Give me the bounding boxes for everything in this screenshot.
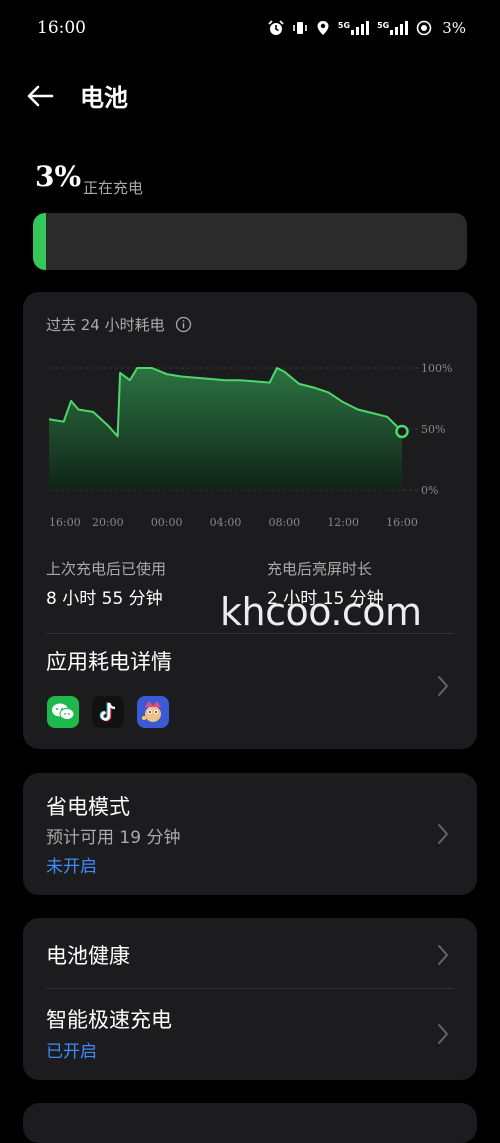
power-saving-status: 未开启 bbox=[46, 857, 97, 877]
battery-level-fill bbox=[33, 213, 47, 270]
chart-x-tick: 16:00 bbox=[49, 516, 81, 529]
alarm-icon bbox=[268, 20, 284, 35]
watermark: khcoo.com bbox=[220, 590, 422, 634]
battery-level-bar bbox=[33, 213, 467, 270]
chart-x-tick: 20:00 bbox=[92, 516, 124, 529]
arrow-left-icon bbox=[27, 85, 54, 107]
chevron-right-icon bbox=[438, 676, 448, 696]
chart-x-tick: 16:00 bbox=[386, 516, 418, 529]
power-saving-title: 省电模式 bbox=[46, 795, 130, 819]
battery-health-row[interactable]: 电池健康 bbox=[23, 918, 477, 988]
status-icons: 5G 5G 3% bbox=[268, 19, 466, 37]
app-usage-row[interactable]: 应用耗电详情 bbox=[23, 634, 477, 746]
stat-label-screen-on: 充电后亮屏时长 bbox=[267, 560, 373, 578]
network-label: 5G bbox=[337, 21, 351, 30]
battery-percent-label: 3% bbox=[35, 160, 82, 193]
chart-x-tick: 12:00 bbox=[327, 516, 359, 529]
battery-usage-chart: 100% 50% 0% 16:00 20:00 00:00 04:00 08:00 12:00 1… bbox=[48, 362, 452, 529]
battery-health-title: 电池健康 bbox=[46, 944, 130, 968]
charging-status: 正在充电 bbox=[83, 179, 144, 197]
back-button[interactable] bbox=[22, 78, 58, 114]
chart-x-tick: 00:00 bbox=[151, 516, 183, 529]
fast-charge-status: 已开启 bbox=[46, 1042, 97, 1062]
signal-5g-icon: 5G bbox=[337, 21, 370, 35]
chart-x-tick: 04:00 bbox=[210, 516, 242, 529]
app-usage-title: 应用耗电详情 bbox=[46, 650, 172, 674]
network-label: 5G bbox=[377, 21, 390, 30]
wechat-icon bbox=[47, 696, 79, 728]
battery-settings-card: 电池健康 智能极速充电 已开启 bbox=[23, 918, 477, 1080]
signal-5g-icon: 5G bbox=[377, 21, 409, 35]
game-icon bbox=[137, 696, 169, 728]
fast-charge-row[interactable]: 智能极速充电 已开启 bbox=[23, 989, 477, 1080]
usage-card: 过去 24 小时耗电 100% 50% 0% 16:00 20:00 00:00 04:00… bbox=[23, 292, 477, 749]
battery-icon bbox=[416, 20, 432, 36]
power-saving-estimate: 预计可用 19 分钟 bbox=[46, 828, 181, 848]
chart-current-point bbox=[395, 424, 409, 439]
location-icon bbox=[317, 21, 329, 35]
chart-x-tick: 08:00 bbox=[268, 516, 300, 529]
status-time: 16:00 bbox=[37, 18, 86, 38]
chart-y-tick: 100% bbox=[421, 362, 452, 375]
fast-charge-title: 智能极速充电 bbox=[46, 1008, 172, 1032]
page-title: 电池 bbox=[80, 84, 128, 112]
status-bar: 16:00 5G 5G 3% bbox=[0, 0, 500, 56]
power-saving-card[interactable]: 省电模式 预计可用 19 分钟 未开启 bbox=[23, 773, 477, 895]
stat-value-used: 8 小时 55 分钟 bbox=[46, 589, 163, 609]
chevron-right-icon bbox=[438, 824, 448, 844]
status-battery-percent: 3% bbox=[442, 19, 466, 37]
vibrate-icon bbox=[293, 22, 307, 34]
app-bar: 电池 bbox=[0, 72, 500, 118]
stat-label-used: 上次充电后已使用 bbox=[46, 560, 167, 578]
tiktok-icon bbox=[92, 696, 124, 728]
chevron-right-icon bbox=[438, 945, 448, 965]
chart-y-tick: 50% bbox=[421, 423, 445, 436]
chevron-right-icon bbox=[438, 1024, 448, 1044]
next-settings-card[interactable] bbox=[23, 1103, 477, 1143]
chart-area bbox=[49, 368, 402, 490]
chart-y-tick: 0% bbox=[421, 484, 438, 497]
